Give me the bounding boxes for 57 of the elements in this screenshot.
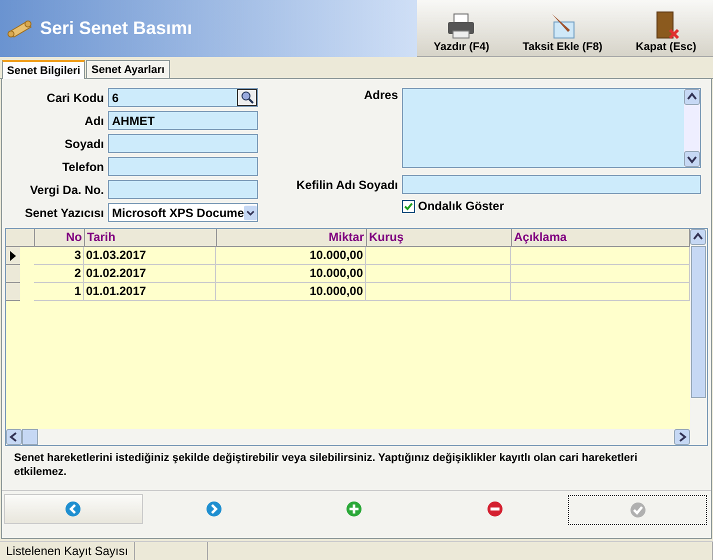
toolbar-button[interactable]: Yazdır (F4) xyxy=(432,12,492,53)
column-header[interactable]: Kuruş xyxy=(367,229,512,247)
table-cell: 2 xyxy=(34,265,84,283)
input-field[interactable]: AHMET xyxy=(108,111,258,130)
table-cell: 10.000,00 xyxy=(216,247,366,265)
row-pointer-icon xyxy=(10,250,16,260)
toolbar-button[interactable]: Taksit Ekle (F8) xyxy=(520,12,604,53)
scroll-up-button[interactable] xyxy=(690,229,706,245)
field-label: Vergi Da. No. xyxy=(28,182,104,196)
search-icon[interactable] xyxy=(237,89,257,106)
info-text: Senet hareketlerini istediğiniz şekilde değiştirebilir veya silebilirsiniz. Yaptığınız değişiklikler kayıtlı olan cari hareketleri etkilemez. xyxy=(2,446,711,491)
table-cell: 1 xyxy=(34,283,84,301)
table-cell: 01.03.2017 xyxy=(84,247,216,265)
window-title: Seri Senet Basımı xyxy=(40,18,192,39)
toolbar-button[interactable]: Kapat (Esc) xyxy=(634,10,698,53)
scroll-down-button[interactable] xyxy=(684,151,700,167)
status-text: Listelenen Kayıt Sayısı xyxy=(0,542,136,560)
field-label: Adı xyxy=(84,114,104,128)
table-cell: 01.02.2017 xyxy=(84,265,216,283)
input-field[interactable] xyxy=(108,134,258,153)
scroll-icon xyxy=(6,18,34,40)
scrollbar-thumb[interactable] xyxy=(691,246,706,398)
dropdown[interactable]: Microsoft XPS Docume xyxy=(108,203,258,222)
table-cell: 10.000,00 xyxy=(216,283,366,301)
field-label: Senet Yazıcısı xyxy=(24,206,104,220)
input-field[interactable]: 6 xyxy=(108,88,258,107)
chevron-right-icon xyxy=(206,501,222,517)
table-cell: 01.01.2017 xyxy=(84,283,216,301)
chevron-down-icon xyxy=(244,204,257,222)
table-cell: 10.000,00 xyxy=(216,265,366,283)
input-field[interactable] xyxy=(402,175,701,194)
scroll-up-button[interactable] xyxy=(684,89,700,105)
minus-icon xyxy=(487,501,504,517)
scrollbar-thumb[interactable] xyxy=(22,429,38,445)
checkmark-icon xyxy=(630,502,646,518)
column-header[interactable]: Miktar xyxy=(217,229,367,247)
table-cell: 3 xyxy=(34,247,84,265)
column-header[interactable]: Açıklama xyxy=(512,229,690,247)
row-indicator[interactable] xyxy=(6,247,20,265)
tab[interactable]: Senet Bilgileri xyxy=(2,60,86,79)
input-field[interactable] xyxy=(108,157,258,176)
checkbox-label: Ondalık Göster xyxy=(418,199,504,213)
field-label: Telefon xyxy=(61,160,104,174)
field-label: Cari Kodu xyxy=(46,90,104,104)
printer-icon xyxy=(446,12,476,40)
tab[interactable]: Senet Ayarları xyxy=(86,60,170,78)
column-header[interactable]: No xyxy=(35,229,85,247)
checkbox[interactable] xyxy=(402,200,415,212)
input-field[interactable] xyxy=(108,180,258,199)
column-header[interactable]: Tarih xyxy=(85,229,217,247)
scroll-left-button[interactable] xyxy=(6,429,22,445)
scroll-right-button[interactable] xyxy=(674,429,690,445)
field-label: Adres xyxy=(362,88,398,102)
field-label: Kefilin Adı Soyadı xyxy=(295,178,398,192)
field-label: Soyadı xyxy=(64,136,104,150)
chevron-left-icon xyxy=(65,501,82,517)
plus-icon xyxy=(346,501,362,517)
